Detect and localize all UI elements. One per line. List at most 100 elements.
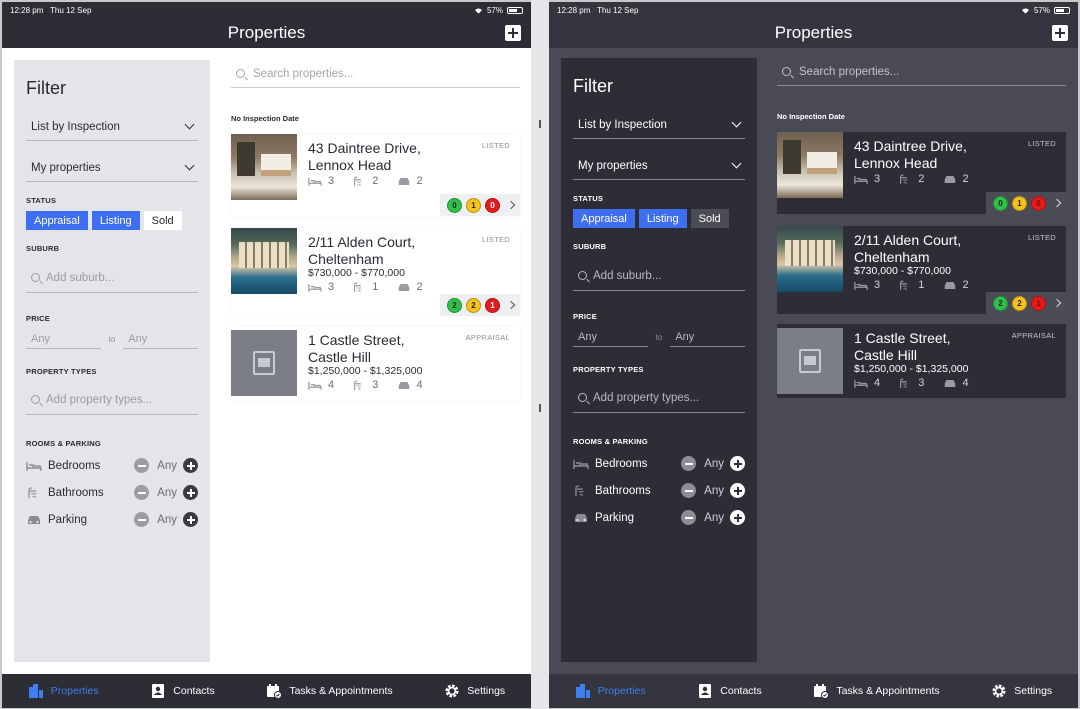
tab-properties[interactable]: Properties xyxy=(575,683,646,699)
status-chip-listing[interactable]: Listing xyxy=(638,209,687,228)
status-badge: LISTED xyxy=(481,141,510,150)
tab-tasks-appointments[interactable]: Tasks & Appointments xyxy=(813,683,940,699)
suburb-label: SUBURB xyxy=(26,244,60,253)
property-card[interactable]: 43 Daintree Drive, Lennox Head 3 2 2 LIST… xyxy=(231,134,520,216)
bed-icon xyxy=(854,175,868,184)
property-types-label: PROPERTY TYPES xyxy=(573,365,644,374)
property-photo xyxy=(777,132,843,198)
tab-settings[interactable]: Settings xyxy=(991,683,1052,699)
status-time: 12:28 pm Thu 12 Sep xyxy=(10,5,92,15)
red-count: 1 xyxy=(485,297,500,313)
status-chip-sold[interactable]: Sold xyxy=(690,209,729,228)
nav-bar: Properties xyxy=(2,18,531,48)
bedrooms-increment-button[interactable] xyxy=(730,456,745,471)
traffic-lights[interactable]: 0 1 0 xyxy=(986,192,1066,214)
search-input[interactable]: Search properties... xyxy=(231,60,520,88)
parking-decrement-button[interactable] xyxy=(134,512,150,527)
price-max-input[interactable]: Any xyxy=(670,327,746,347)
red-count: 1 xyxy=(1031,295,1046,311)
light-theme-screen: 12:28 pm Thu 12 Sep 57% Properties Filte… xyxy=(2,2,531,708)
traffic-lights[interactable]: 0 1 0 xyxy=(440,194,520,216)
property-card[interactable]: 2/11 Alden Court, Cheltenham $730,000 - $… xyxy=(231,228,520,316)
bedrooms-increment-button[interactable] xyxy=(183,458,198,473)
yellow-count: 1 xyxy=(466,197,481,213)
status-time: 12:28 pm Thu 12 Sep xyxy=(557,5,639,15)
bedrooms-value: Any xyxy=(704,457,724,470)
property-card[interactable]: 43 Daintree Drive, Lennox Head 3 2 2 LIST… xyxy=(777,132,1066,214)
property-price: $730,000 - $770,000 xyxy=(854,265,951,277)
tab-settings[interactable]: Settings xyxy=(444,683,505,699)
bedrooms-decrement-button[interactable] xyxy=(134,458,150,473)
bathrooms-increment-button[interactable] xyxy=(730,483,745,498)
price-label: PRICE xyxy=(573,312,597,321)
parking-increment-button[interactable] xyxy=(183,512,198,527)
wifi-icon xyxy=(474,8,482,14)
tab-contacts[interactable]: Contacts xyxy=(150,683,215,699)
traffic-lights[interactable]: 2 2 1 xyxy=(986,292,1066,314)
buildings-icon xyxy=(28,684,43,698)
page-title: Properties xyxy=(774,23,853,42)
search-icon xyxy=(31,395,40,404)
property-features: 3 2 2 xyxy=(308,175,520,187)
search-icon xyxy=(578,271,587,280)
search-input[interactable]: Search properties... xyxy=(777,58,1066,86)
rooms-parking-label: ROOMS & PARKING xyxy=(573,437,648,446)
add-property-button[interactable] xyxy=(1052,25,1068,41)
property-price: $730,000 - $770,000 xyxy=(308,267,405,279)
green-count: 2 xyxy=(447,297,462,313)
price-label: PRICE xyxy=(26,314,50,323)
property-photo xyxy=(231,228,297,294)
status-chip-sold[interactable]: Sold xyxy=(143,211,182,230)
status-bar: 12:28 pm Thu 12 Sep 57% xyxy=(2,2,531,18)
property-card[interactable]: 1 Castle Street, Castle Hill $1,250,000 -… xyxy=(777,324,1066,398)
tab-tasks-appointments[interactable]: Tasks & Appointments xyxy=(266,683,393,699)
document-icon xyxy=(799,349,821,373)
price-min-input[interactable]: Any xyxy=(573,327,648,347)
bathrooms-decrement-button[interactable] xyxy=(681,483,697,498)
suburb-input[interactable]: Add suburb... xyxy=(573,261,745,291)
bed-icon xyxy=(854,281,868,290)
suburb-input[interactable]: Add suburb... xyxy=(26,263,198,293)
status-options: Appraisal Listing Sold xyxy=(26,211,198,230)
shower-icon xyxy=(354,380,362,390)
shower-icon xyxy=(900,378,908,388)
bedrooms-value: Any xyxy=(157,459,177,472)
property-card[interactable]: 2/11 Alden Court, Cheltenham $730,000 - $… xyxy=(777,226,1066,314)
split-view-divider[interactable] xyxy=(531,0,549,709)
status-chip-appraisal[interactable]: Appraisal xyxy=(26,211,88,230)
divider-handle[interactable] xyxy=(539,120,541,128)
tab-contacts[interactable]: Contacts xyxy=(697,683,762,699)
bed-icon xyxy=(308,381,322,390)
status-chip-appraisal[interactable]: Appraisal xyxy=(573,209,635,228)
list-by-select[interactable]: List by Inspection xyxy=(26,113,198,141)
gear-icon xyxy=(445,684,459,698)
property-types-input[interactable]: Add property types... xyxy=(573,383,745,413)
ownership-select[interactable]: My properties xyxy=(573,152,745,180)
status-chip-listing[interactable]: Listing xyxy=(91,211,140,230)
ownership-select[interactable]: My properties xyxy=(26,154,198,182)
list-by-select[interactable]: List by Inspection xyxy=(573,111,745,139)
filter-title: Filter xyxy=(26,78,66,98)
parking-increment-button[interactable] xyxy=(730,510,745,525)
bathrooms-decrement-button[interactable] xyxy=(134,485,150,500)
property-list-panel: Search properties... No Inspection Date … xyxy=(231,60,520,400)
property-card[interactable]: 1 Castle Street, Castle Hill $1,250,000 -… xyxy=(231,326,520,400)
chevron-right-icon xyxy=(1052,298,1062,308)
bathrooms-increment-button[interactable] xyxy=(183,485,198,500)
add-property-button[interactable] xyxy=(505,25,521,41)
green-count: 0 xyxy=(447,197,462,213)
property-types-input[interactable]: Add property types... xyxy=(26,385,198,415)
price-min-input[interactable]: Any xyxy=(26,329,101,349)
tab-properties[interactable]: Properties xyxy=(28,683,99,699)
divider-handle[interactable] xyxy=(539,404,541,412)
price-max-input[interactable]: Any xyxy=(123,329,199,349)
red-count: 0 xyxy=(485,197,500,213)
battery-percent: 57% xyxy=(486,5,503,15)
traffic-lights[interactable]: 2 2 1 xyxy=(440,294,520,316)
tab-bar: Properties Contacts Tasks & Appointments… xyxy=(2,674,531,708)
battery-icon xyxy=(507,6,523,14)
chevron-right-icon xyxy=(506,300,516,310)
bedrooms-decrement-button[interactable] xyxy=(681,456,697,471)
parking-decrement-button[interactable] xyxy=(681,510,697,525)
shower-icon xyxy=(900,280,908,290)
